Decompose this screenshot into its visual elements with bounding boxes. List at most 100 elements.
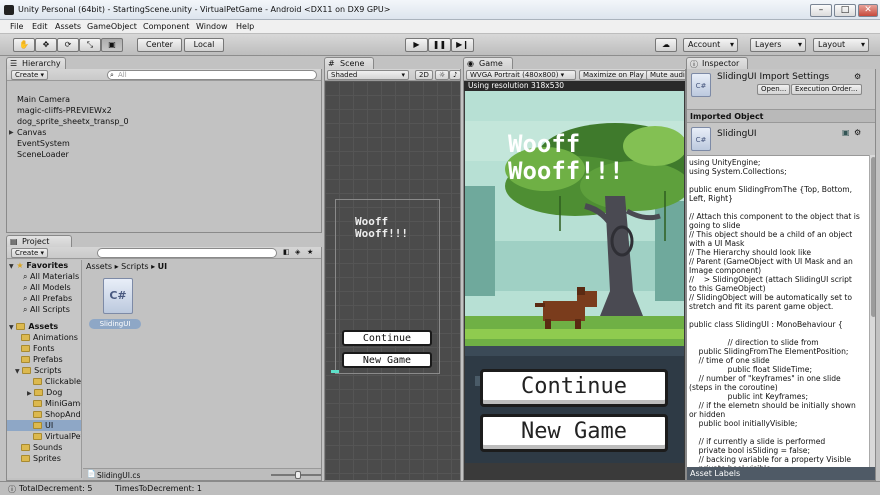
favorite-all-models[interactable]: ⌕ All Models bbox=[23, 283, 71, 293]
scene-continue-label: Continue bbox=[362, 333, 412, 344]
code-line: private bool isSliding = false; bbox=[689, 446, 811, 455]
open-button[interactable]: Open... bbox=[757, 84, 791, 95]
hierarchy-item-magic-cliffs[interactable]: magic-cliffs-PREVIEWx2 bbox=[17, 106, 112, 115]
game-newgame-button[interactable]: New Game bbox=[480, 414, 668, 452]
filter-type-icon[interactable]: ◧ bbox=[283, 248, 290, 256]
menu-help[interactable]: Help bbox=[236, 22, 254, 31]
code-line: // if currently a slide is performed bbox=[689, 437, 826, 446]
folder-label: Animations bbox=[33, 333, 78, 342]
pause-button-icon[interactable]: ❚❚ bbox=[428, 38, 451, 52]
scene-2d-toggle[interactable]: 2D bbox=[415, 70, 433, 80]
inspector-scrollbar[interactable] bbox=[869, 155, 875, 467]
breadcrumb-scripts[interactable]: Scripts bbox=[121, 262, 148, 271]
open-label: Open... bbox=[761, 85, 787, 93]
folder-ui[interactable]: UI bbox=[33, 421, 53, 430]
folder-shopandinventory[interactable]: ShopAndInventory bbox=[33, 410, 81, 419]
folder-prefabs[interactable]: Prefabs bbox=[21, 355, 63, 364]
account-dropdown[interactable]: Account ▾ bbox=[683, 38, 738, 52]
scale-tool-icon[interactable]: ⤡ bbox=[79, 38, 101, 52]
folder-animations[interactable]: Animations bbox=[21, 333, 78, 342]
step-button-icon[interactable]: ▶❙ bbox=[451, 38, 474, 52]
asset-label-slidingui[interactable]: SlidingUI bbox=[89, 319, 141, 329]
code-line: going to slide bbox=[689, 221, 741, 230]
scene-light-icon[interactable]: ☼ bbox=[435, 70, 450, 80]
layout-dropdown[interactable]: Layout ▾ bbox=[813, 38, 869, 52]
maximize-on-play-toggle[interactable]: Maximize on Play bbox=[579, 70, 648, 80]
menu-edit[interactable]: Edit bbox=[32, 22, 48, 31]
folder-fonts[interactable]: Fonts bbox=[21, 344, 55, 353]
chevron-down-icon: ▾ bbox=[860, 40, 865, 49]
hierarchy-item-sceneloader[interactable]: SceneLoader bbox=[17, 150, 69, 159]
hierarchy-search-input[interactable]: All bbox=[107, 70, 317, 80]
move-tool-icon[interactable]: ✥ bbox=[35, 38, 57, 52]
game-continue-button[interactable]: Continue bbox=[480, 369, 668, 407]
hierarchy-item-main-camera[interactable]: Main Camera bbox=[17, 95, 70, 104]
hierarchy-item-dog-sprite[interactable]: dog_sprite_sheetx_transp_0 bbox=[17, 117, 129, 126]
project-create-button[interactable]: Create ▾ bbox=[11, 248, 49, 258]
breadcrumb: Assets ▸ Scripts ▸ UI bbox=[86, 262, 168, 271]
play-button-icon[interactable]: ▶ bbox=[405, 38, 428, 52]
exec-order-label: Execution Order... bbox=[795, 85, 858, 93]
folder-dog[interactable]: ▶ Dog bbox=[27, 388, 62, 397]
favorite-star-icon[interactable]: ★ bbox=[307, 248, 313, 256]
favorites-header[interactable]: ▼ ★ Favorites bbox=[9, 261, 68, 270]
menu-window[interactable]: Window bbox=[196, 22, 228, 31]
menu-assets[interactable]: Assets bbox=[55, 22, 81, 31]
favorite-all-scripts[interactable]: ⌕ All Scripts bbox=[23, 305, 70, 315]
scrollbar-thumb[interactable] bbox=[871, 157, 875, 317]
close-button[interactable]: ✕ bbox=[858, 4, 878, 17]
menu-component[interactable]: Component bbox=[143, 22, 189, 31]
folder-clickables[interactable]: Clickables bbox=[33, 377, 81, 386]
scene-newgame-button[interactable]: New Game bbox=[342, 352, 432, 368]
scene-continue-button[interactable]: Continue bbox=[342, 330, 432, 346]
mute-audio-toggle[interactable]: Mute audio bbox=[646, 70, 685, 80]
folder-virtualpet[interactable]: VirtualPet bbox=[33, 432, 81, 441]
csharp-script-icon[interactable]: C# bbox=[103, 278, 133, 314]
code-line: // backing variable for a property Visib… bbox=[689, 455, 852, 464]
filter-label-icon[interactable]: ◈ bbox=[295, 248, 300, 256]
gear-icon[interactable]: ⚙ bbox=[854, 128, 861, 137]
resolution-dropdown[interactable]: WVGA Portrait (480x800) ▾ bbox=[466, 70, 576, 80]
expand-arrow-icon[interactable]: ▶ bbox=[9, 129, 14, 136]
project-search-input[interactable] bbox=[97, 248, 277, 258]
execution-order-button[interactable]: Execution Order... bbox=[791, 84, 862, 95]
rotate-tool-icon[interactable]: ⟳ bbox=[57, 38, 79, 52]
gear-icon[interactable]: ⚙ bbox=[854, 72, 861, 81]
code-line: // direction to slide from bbox=[689, 338, 819, 347]
shading-mode-dropdown[interactable]: Shaded ▾ bbox=[327, 70, 409, 80]
assets-header[interactable]: ▼ Assets bbox=[9, 322, 58, 331]
favorite-all-materials[interactable]: ⌕ All Materials bbox=[23, 272, 79, 282]
maximize-button[interactable]: □ bbox=[834, 4, 856, 17]
pivot-local-toggle[interactable]: Local bbox=[184, 38, 224, 52]
folder-sprites[interactable]: Sprites bbox=[21, 454, 61, 463]
hierarchy-item-eventsystem[interactable]: EventSystem bbox=[17, 139, 70, 148]
scene-audio-icon[interactable]: ♪ bbox=[449, 70, 460, 80]
project-subbar: Create ▾ ◧ ◈ ★ bbox=[7, 247, 321, 259]
scene-view[interactable]: Shaded ▾ 2D ☼ ♪ Wooff Wooff!!! Continue N… bbox=[324, 69, 461, 481]
layers-dropdown[interactable]: Layers ▾ bbox=[750, 38, 806, 52]
rect-tool-icon[interactable]: ▣ bbox=[101, 38, 123, 52]
asset-labels-text: Asset Labels bbox=[690, 469, 741, 478]
cloud-icon[interactable]: ☁ bbox=[655, 38, 677, 52]
game-render[interactable]: Wooff Wooff!!! Continue New Game bbox=[465, 91, 684, 463]
folder-minigames[interactable]: MiniGames bbox=[33, 399, 81, 408]
folder-sounds[interactable]: Sounds bbox=[21, 443, 62, 452]
hand-tool-icon[interactable]: ✋ bbox=[13, 38, 35, 52]
hierarchy-item-canvas[interactable]: Canvas bbox=[17, 128, 46, 137]
pivot-center-toggle[interactable]: Center bbox=[137, 38, 182, 52]
help-book-icon[interactable]: ▣ bbox=[842, 128, 850, 137]
breadcrumb-assets[interactable]: Assets bbox=[86, 262, 112, 271]
menu-file[interactable]: File bbox=[10, 22, 23, 31]
breadcrumb-ui[interactable]: UI bbox=[158, 262, 167, 271]
slider-thumb[interactable] bbox=[295, 471, 301, 479]
using-resolution-text: Using resolution 318x530 bbox=[468, 81, 565, 90]
menu-gameobject[interactable]: GameObject bbox=[87, 22, 137, 31]
code-line: public float SlideTime; bbox=[689, 365, 813, 374]
minimize-button[interactable]: – bbox=[810, 4, 832, 17]
favorite-all-prefabs[interactable]: ⌕ All Prefabs bbox=[23, 294, 72, 304]
inspector-tab-label: Inspector bbox=[702, 59, 740, 68]
folder-scripts[interactable]: ▼ Scripts bbox=[15, 366, 62, 375]
folder-label: UI bbox=[45, 421, 54, 430]
hierarchy-create-button[interactable]: Create ▾ bbox=[11, 70, 49, 80]
